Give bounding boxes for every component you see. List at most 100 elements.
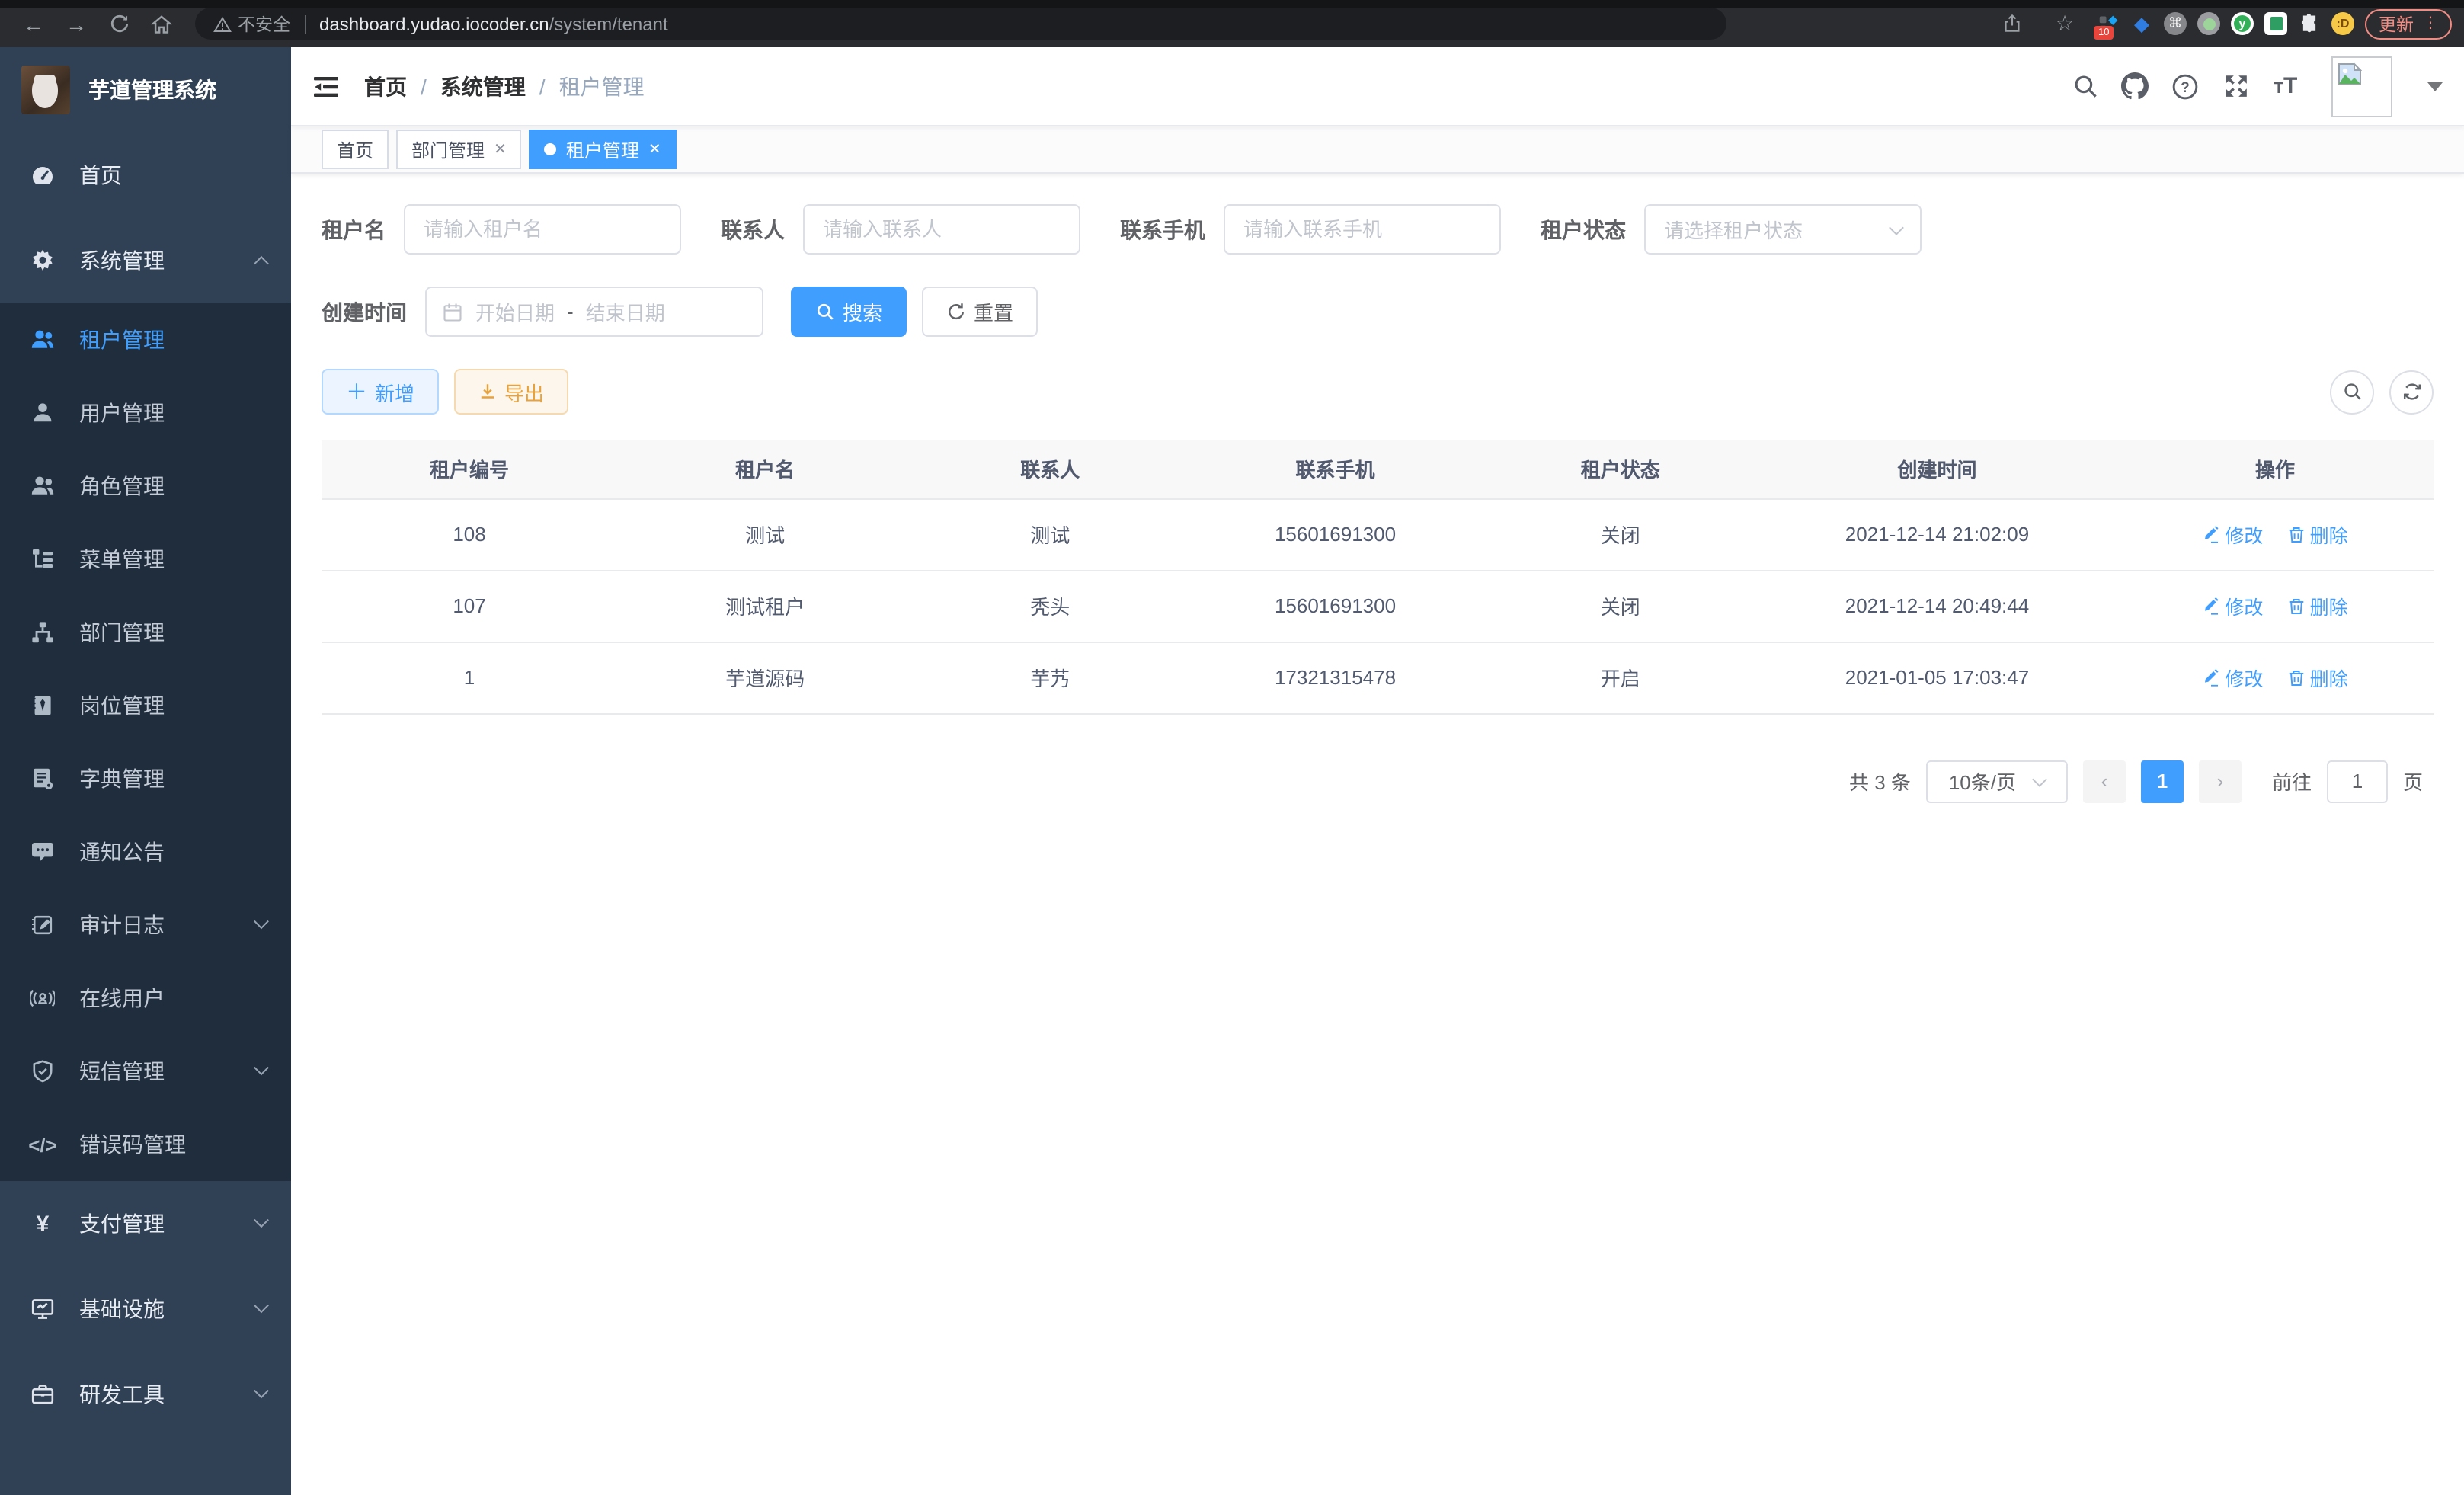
extension-puzzle-icon[interactable] (2298, 12, 2321, 35)
extension-emoji-icon[interactable]: :D (2331, 12, 2354, 35)
edit-link[interactable]: 修改 (2202, 591, 2263, 620)
goto-page-input[interactable] (2327, 760, 2388, 802)
page-number-1[interactable]: 1 (2141, 760, 2184, 802)
cell-tenant-id: 1 (322, 642, 617, 713)
sidebar-item-notice[interactable]: 通知公告 (0, 815, 291, 888)
yen-icon: ¥ (30, 1212, 55, 1236)
pagination-total: 共 3 条 (1849, 767, 1911, 796)
edit-link[interactable]: 修改 (2202, 663, 2263, 692)
tenant-name-input[interactable] (424, 218, 661, 241)
delete-link[interactable]: 删除 (2287, 591, 2348, 620)
export-button[interactable]: 导出 (454, 369, 568, 415)
calendar-icon (442, 301, 463, 322)
phone-input-wrap (1224, 204, 1501, 255)
delete-link[interactable]: 删除 (2287, 663, 2348, 692)
sidebar-item-post-management[interactable]: 岗位管理 (0, 669, 291, 742)
address-bar[interactable]: 不安全 dashboard.yudao.iocoder.cn/system/te… (195, 8, 1726, 40)
col-header-status: 租户状态 (1483, 440, 1758, 498)
security-indicator[interactable]: 不安全 (213, 11, 290, 36)
phone-label: 联系手机 (1120, 214, 1205, 245)
sidebar-item-system[interactable]: 系统管理 (0, 218, 291, 303)
avatar-dropdown-caret[interactable] (2427, 82, 2443, 91)
contact-input-wrap (803, 204, 1080, 255)
extension-grid-icon[interactable]: 10 (2097, 12, 2120, 35)
breadcrumb-home[interactable]: 首页 (364, 71, 407, 101)
edit-log-icon (30, 913, 55, 937)
sidebar-item-label: 岗位管理 (79, 690, 165, 721)
extension-gem-icon[interactable]: ◆ (2130, 12, 2153, 35)
help-icon[interactable]: ? (2171, 72, 2199, 100)
sidebar-item-dept-management[interactable]: 部门管理 (0, 596, 291, 669)
tab-home[interactable]: 首页 (322, 130, 389, 169)
close-icon[interactable]: ✕ (648, 141, 661, 158)
font-size-icon[interactable]: TT (2272, 72, 2299, 100)
sidebar-item-menu-management[interactable]: 菜单管理 (0, 523, 291, 596)
extension-command-icon[interactable]: ⌘ (2164, 12, 2187, 35)
chevron-down-icon (254, 1382, 269, 1397)
sidebar-collapse-icon[interactable] (312, 72, 340, 100)
extension-doc-icon[interactable] (2264, 12, 2287, 35)
phone-input[interactable] (1243, 218, 1481, 241)
refresh-table-button[interactable] (2389, 370, 2434, 414)
prev-page-button[interactable]: ‹ (2083, 760, 2126, 802)
sidebar-item-label: 角色管理 (79, 471, 165, 501)
sidebar-item-infrastructure[interactable]: 基础设施 (0, 1266, 291, 1352)
sidebar-item-home[interactable]: 首页 (0, 133, 291, 218)
sidebar-item-dev-tools[interactable]: 研发工具 (0, 1352, 291, 1437)
share-icon[interactable] (1995, 7, 2028, 40)
col-header-created: 创建时间 (1758, 440, 2117, 498)
cell-contact: 测试 (913, 498, 1187, 570)
extension-y-icon[interactable]: y (2231, 12, 2254, 35)
next-page-button[interactable]: › (2199, 760, 2242, 802)
delete-link[interactable]: 删除 (2287, 520, 2348, 549)
sidebar-item-label: 支付管理 (79, 1208, 165, 1239)
avatar[interactable] (2331, 56, 2392, 117)
browser-back-icon[interactable]: ← (17, 7, 50, 40)
search-icon (2341, 381, 2363, 402)
tab-dept-management[interactable]: 部门管理 ✕ (396, 130, 522, 169)
browser-forward-icon[interactable]: → (59, 7, 93, 40)
add-button[interactable]: ＋ 新增 (322, 369, 439, 415)
hide-search-button[interactable] (2330, 370, 2374, 414)
sidebar-item-user-management[interactable]: 用户管理 (0, 376, 291, 450)
page-size-select[interactable]: 10条/页 (1926, 760, 2068, 802)
browser-reload-icon[interactable] (102, 7, 136, 40)
extension-circle-icon[interactable] (2197, 12, 2220, 35)
sidebar-item-tenant-management[interactable]: 租户管理 (0, 303, 291, 376)
col-header-contact: 联系人 (913, 440, 1187, 498)
search-button[interactable]: 搜索 (791, 287, 907, 337)
browser-home-icon[interactable] (145, 7, 178, 40)
trash-icon (2287, 668, 2306, 687)
close-icon[interactable]: ✕ (494, 141, 507, 158)
reset-button[interactable]: 重置 (922, 287, 1038, 337)
sidebar-item-audit-log[interactable]: 审计日志 (0, 888, 291, 962)
status-select[interactable]: 请选择租户状态 (1644, 204, 1922, 255)
browser-menu-icon[interactable]: ⋮ (2423, 15, 2438, 32)
pencil-icon (2202, 668, 2220, 687)
sidebar-item-sms-management[interactable]: 短信管理 (0, 1035, 291, 1108)
sidebar-item-error-code[interactable]: </> 错误码管理 (0, 1108, 291, 1181)
edit-link[interactable]: 修改 (2202, 520, 2263, 549)
logo-image (21, 66, 70, 114)
sidebar-item-payment[interactable]: ¥ 支付管理 (0, 1181, 291, 1266)
search-icon[interactable] (2071, 72, 2098, 100)
github-icon[interactable] (2121, 72, 2149, 100)
browser-update-button[interactable]: 更新 ⋮ (2365, 8, 2452, 39)
page-content: 租户名 联系人 联系手机 租户状态 (291, 174, 2464, 1495)
cell-status: 开启 (1483, 642, 1758, 713)
sidebar-menu: 首页 系统管理 租户管理 (0, 133, 291, 1495)
bookmark-star-icon[interactable]: ☆ (2048, 7, 2082, 40)
sidebar-item-label: 研发工具 (79, 1379, 165, 1410)
cell-contact: 芋艿 (913, 642, 1187, 713)
app-logo[interactable]: 芋道管理系统 (0, 47, 291, 133)
sidebar-item-role-management[interactable]: 角色管理 (0, 450, 291, 523)
sidebar-item-label: 通知公告 (79, 837, 165, 867)
breadcrumb-system[interactable]: 系统管理 (440, 71, 526, 101)
tab-label: 首页 (337, 136, 373, 162)
sidebar-item-dict-management[interactable]: 字典管理 (0, 742, 291, 815)
contact-input[interactable] (823, 218, 1061, 241)
tab-tenant-management[interactable]: 租户管理 ✕ (530, 130, 677, 169)
date-range-picker[interactable]: 开始日期 - 结束日期 (425, 287, 763, 337)
sidebar-item-online-users[interactable]: 在线用户 (0, 962, 291, 1035)
fullscreen-icon[interactable] (2222, 72, 2249, 100)
